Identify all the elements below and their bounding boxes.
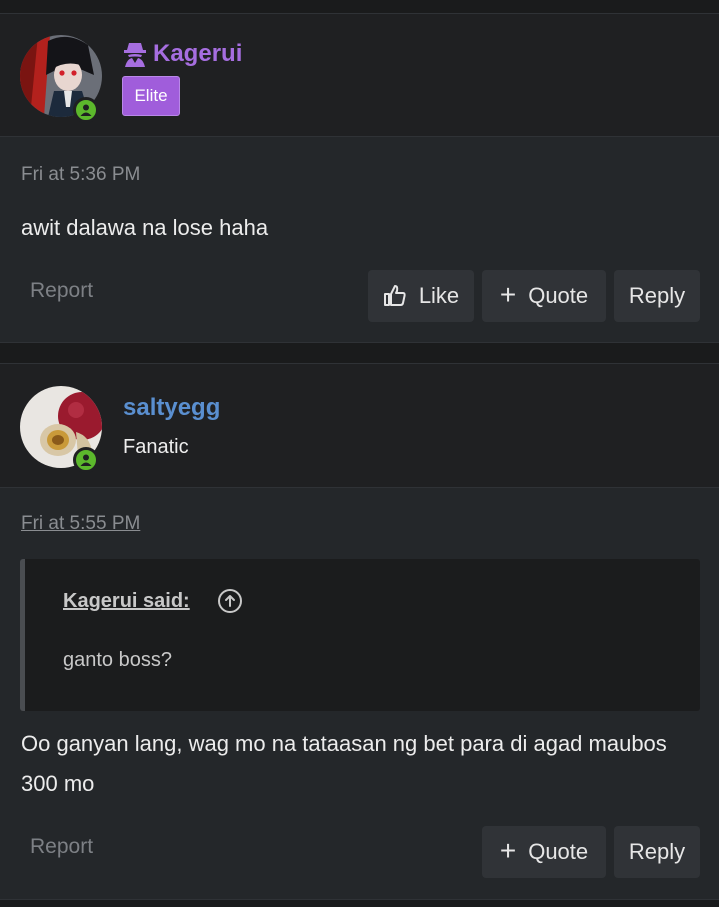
quote-button[interactable]: + Quote <box>482 270 606 322</box>
quote-label: Quote <box>528 283 589 308</box>
post-saltyegg: saltyegg Fanatic Fri at 5:55 PM Kagerui … <box>0 363 719 900</box>
post-date[interactable]: Fri at 5:55 PM <box>21 513 140 535</box>
quote-author-link[interactable]: Kagerui said: <box>63 590 190 613</box>
post-body: awit dalawa na lose haha <box>21 215 269 240</box>
reply-button[interactable]: Reply <box>614 270 700 322</box>
post-date[interactable]: Fri at 5:36 PM <box>21 164 140 186</box>
quote-label: Quote <box>528 839 589 864</box>
report-link[interactable]: Report <box>30 835 93 859</box>
quote-text: ganto boss? <box>63 649 172 671</box>
role-badge: Elite <box>122 76 180 116</box>
spy-icon <box>124 43 146 67</box>
online-status-icon <box>73 97 99 123</box>
quote-block: Kagerui said: ganto boss? <box>20 559 700 711</box>
username-text[interactable]: Kagerui <box>153 40 242 68</box>
arrow-up-circle-icon[interactable] <box>218 589 242 613</box>
post-user-header: Kagerui Elite <box>0 14 719 137</box>
user-title: Fanatic <box>123 436 189 458</box>
thumbs-up-icon <box>383 285 406 306</box>
reply-label: Reply <box>628 839 686 864</box>
user-icon <box>80 454 92 466</box>
post-user-header: saltyegg Fanatic <box>0 364 719 488</box>
quote-button[interactable]: + Quote <box>482 826 606 878</box>
online-status-icon <box>73 447 99 473</box>
user-icon <box>80 104 92 116</box>
report-link[interactable]: Report <box>30 279 93 303</box>
username-saltyegg[interactable]: saltyegg <box>123 394 220 422</box>
post-kagerui: Kagerui Elite Fri at 5:36 PM awit dalawa… <box>0 13 719 343</box>
plus-icon: + <box>499 278 517 310</box>
reply-label: Reply <box>628 283 686 308</box>
like-label: Like <box>418 283 460 308</box>
arrow-up-icon <box>225 595 235 607</box>
post-body: Oo ganyan lang, wag mo na tataasan ng be… <box>21 731 667 796</box>
like-button[interactable]: Like <box>368 270 474 322</box>
reply-button[interactable]: Reply <box>614 826 700 878</box>
username-kagerui[interactable]: Kagerui <box>123 40 242 68</box>
plus-icon: + <box>499 834 517 866</box>
